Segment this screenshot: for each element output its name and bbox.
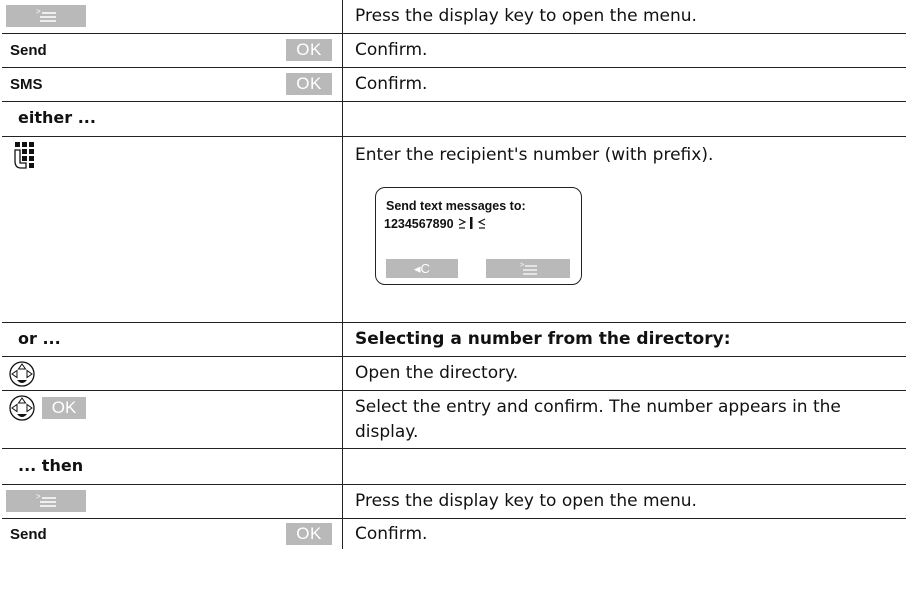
table-row: OK Select the entry and confirm. The num…: [2, 390, 906, 449]
description-cell: Select the entry and confirm. The number…: [342, 390, 906, 449]
description-cell: Confirm.: [342, 67, 906, 102]
description-cell: Confirm.: [342, 33, 906, 68]
ok-key[interactable]: OK: [286, 73, 332, 95]
delete-softkey[interactable]: ◂C: [386, 259, 458, 278]
svg-text:>: >: [36, 492, 41, 501]
action-cell: Send OK: [2, 33, 343, 68]
table-row: either ...: [2, 101, 906, 137]
menu-display-key[interactable]: >: [6, 490, 86, 512]
section-label: either ...: [18, 108, 96, 127]
table-row: or ... Selecting a number from the direc…: [2, 322, 906, 357]
table-row: > Press the display key to open the menu…: [2, 484, 906, 519]
svg-text:>: >: [36, 7, 41, 16]
table-row: Send OK Confirm.: [2, 518, 906, 549]
table-row: > Press the display key to open the menu…: [2, 0, 906, 34]
action-cell: >: [2, 484, 343, 519]
menu-icon: >: [520, 262, 537, 275]
description-cell: [342, 101, 906, 137]
description-cell: Enter the recipient's number (with prefi…: [342, 136, 906, 323]
menu-item-send: Send: [10, 526, 47, 543]
menu-icon: >: [36, 7, 56, 22]
section-label: or ...: [18, 329, 61, 348]
display-number: 1234567890: [384, 212, 491, 237]
table-row: Open the directory.: [2, 356, 906, 391]
table-row: ... then: [2, 448, 906, 485]
table-row: Send OK Confirm.: [2, 33, 906, 68]
navigation-key-icon[interactable]: [8, 394, 36, 422]
display-number-value: 1234567890: [384, 217, 454, 231]
table-row: SMS OK Confirm.: [2, 67, 906, 102]
action-cell: [2, 356, 343, 391]
navigation-key-icon[interactable]: [8, 360, 36, 388]
description-cell: Selecting a number from the directory:: [342, 322, 906, 357]
action-cell: Send OK: [2, 518, 343, 549]
section-label: ... then: [18, 456, 84, 475]
description-cell: Confirm.: [355, 524, 428, 544]
menu-softkey[interactable]: >: [486, 259, 570, 278]
ok-key[interactable]: OK: [42, 397, 86, 419]
description-cell: [342, 448, 906, 485]
keypad-icon: [14, 142, 34, 169]
menu-display-key[interactable]: >: [6, 5, 86, 27]
action-cell: OK: [2, 390, 343, 449]
section-cell: ... then: [2, 448, 343, 485]
text-cursor-icon: [458, 217, 486, 229]
action-cell: >: [2, 0, 343, 34]
svg-text:>: >: [520, 262, 524, 269]
description-cell: Press the display key to open the menu.: [342, 484, 906, 519]
step-text: Enter the recipient's number (with prefi…: [355, 145, 714, 165]
ok-key[interactable]: OK: [286, 523, 332, 545]
menu-item-send: Send: [10, 42, 47, 59]
section-cell: or ...: [2, 322, 343, 357]
description-cell: Press the display key to open the menu.: [342, 0, 906, 34]
table-row: Enter the recipient's number (with prefi…: [2, 136, 906, 323]
menu-item-sms: SMS: [10, 76, 43, 93]
ok-key[interactable]: OK: [286, 39, 332, 61]
section-cell: either ...: [2, 101, 343, 137]
action-cell: [2, 136, 343, 323]
handset-display: Send text messages to: 1234567890 ◂C >: [375, 187, 582, 285]
action-cell: SMS OK: [2, 67, 343, 102]
menu-icon: >: [36, 492, 56, 507]
instruction-table: > Press the display key to open the menu…: [2, 0, 906, 549]
description-cell: Open the directory.: [342, 356, 906, 391]
